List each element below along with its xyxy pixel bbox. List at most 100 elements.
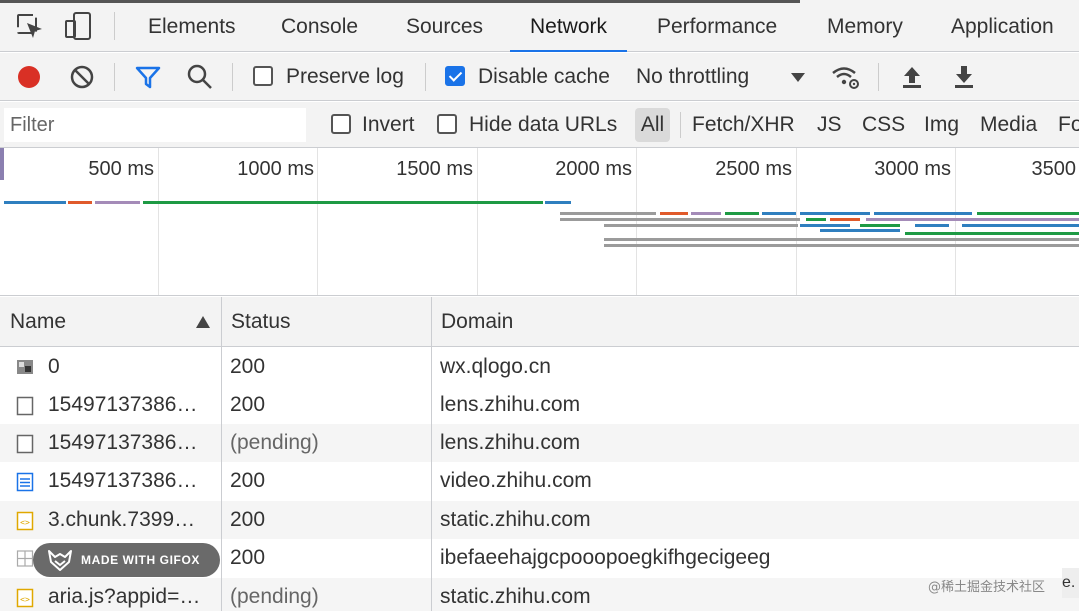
document-icon xyxy=(16,434,34,454)
table-row[interactable]: <> aria.js?appid=… (pending) static.zhih… xyxy=(0,578,1079,611)
waterfall-bar xyxy=(691,212,721,215)
script-icon: <> xyxy=(16,511,34,531)
table-row[interactable]: 0 200 wx.qlogo.cn xyxy=(0,348,1079,386)
wifi-settings-icon[interactable] xyxy=(830,63,859,91)
type-filter-separator xyxy=(680,112,681,138)
devtools-tabbar: Elements Console Sources Network Perform… xyxy=(0,0,1079,52)
search-icon[interactable] xyxy=(186,63,214,91)
request-status: (pending) xyxy=(230,431,319,454)
waterfall-bar xyxy=(560,218,800,221)
column-separator[interactable] xyxy=(431,297,432,611)
tab-memory[interactable]: Memory xyxy=(827,0,903,52)
record-icon[interactable] xyxy=(15,63,43,91)
tab-elements[interactable]: Elements xyxy=(148,0,236,52)
watermark-text: @稀土掘金技术社区 xyxy=(928,580,1046,595)
type-filter-css[interactable]: CSS xyxy=(862,102,905,148)
overview-timeline[interactable]: 500 ms 1000 ms 1500 ms 2000 ms 2500 ms 3… xyxy=(0,148,1079,296)
request-domain: ibefaeehajgcpooopoegkifhgecigeeg xyxy=(440,546,771,569)
table-row[interactable]: 15497137386… 200 lens.zhihu.com xyxy=(0,386,1079,424)
invert-checkbox[interactable] xyxy=(331,114,351,134)
timeline-tick-label: 1000 ms xyxy=(237,158,314,180)
type-filter-all[interactable]: All xyxy=(635,108,670,142)
request-domain: lens.zhihu.com xyxy=(440,431,581,454)
type-filter-js[interactable]: JS xyxy=(817,102,842,148)
waterfall-bar xyxy=(866,218,1079,221)
table-row[interactable]: 15497137386… 200 video.zhihu.com xyxy=(0,462,1079,500)
waterfall-bar xyxy=(830,218,860,221)
waterfall-bar xyxy=(725,212,759,215)
request-status: 200 xyxy=(230,546,266,569)
document-icon xyxy=(16,396,34,416)
dropdown-arrow-icon[interactable] xyxy=(786,65,814,93)
type-filter-font[interactable]: Fo xyxy=(1058,102,1079,148)
column-separator[interactable] xyxy=(221,297,222,611)
filter-input[interactable] xyxy=(4,108,306,142)
waterfall-bar xyxy=(800,212,870,215)
tab-network[interactable]: Network xyxy=(509,0,628,52)
table-row[interactable]: 15497137386… (pending) lens.zhihu.com xyxy=(0,424,1079,462)
column-header-status[interactable]: Status xyxy=(221,297,431,347)
script-icon: <> xyxy=(16,588,34,608)
request-status: (pending) xyxy=(230,585,319,608)
tab-application[interactable]: Application xyxy=(951,0,1054,52)
timeline-tick-label: 2500 ms xyxy=(715,158,792,180)
preserve-log-checkbox[interactable] xyxy=(253,66,273,86)
tab-sources[interactable]: Sources xyxy=(406,0,483,52)
timeline-gridline xyxy=(158,148,159,295)
timeline-tick-label: 3000 ms xyxy=(874,158,951,180)
waterfall-bar xyxy=(800,224,850,227)
gifox-badge-text: MADE WITH GIFOX xyxy=(81,553,200,567)
column-header-name[interactable]: Name xyxy=(0,297,220,347)
timeline-gridline xyxy=(955,148,956,295)
waterfall-bar xyxy=(915,224,949,227)
waterfall-bar xyxy=(977,212,1079,215)
disable-cache-checkbox[interactable] xyxy=(445,66,465,86)
toolbar-separator xyxy=(232,63,233,91)
clear-icon[interactable] xyxy=(68,63,96,91)
waterfall-bar xyxy=(560,212,656,215)
filter-icon[interactable] xyxy=(134,63,162,91)
waterfall-bar xyxy=(820,229,900,232)
fox-logo-icon xyxy=(48,550,72,571)
timeline-tick-label: 1500 ms xyxy=(396,158,473,180)
device-toolbar-icon[interactable] xyxy=(62,10,94,42)
toolbar-separator xyxy=(114,63,115,91)
request-table-header: Name Status Domain xyxy=(0,297,1079,347)
throttling-select[interactable]: No throttling xyxy=(636,53,749,101)
overview-selection-handle[interactable] xyxy=(0,148,4,180)
type-filter-media[interactable]: Media xyxy=(980,102,1037,148)
watermark-edge-text: e. xyxy=(1062,568,1079,598)
hide-data-urls-label: Hide data URLs xyxy=(469,113,618,136)
preserve-log-label: Preserve log xyxy=(286,65,404,88)
type-filter-fetch-xhr[interactable]: Fetch/XHR xyxy=(692,102,795,148)
toolbar-separator xyxy=(425,63,426,91)
waterfall-bar xyxy=(143,201,543,204)
filter-bar: Invert Hide data URLs All Fetch/XHR JS C… xyxy=(0,102,1079,148)
request-name: 3.chunk.7399… xyxy=(48,508,196,531)
table-row[interactable]: <> 3.chunk.7399… 200 static.zhihu.com xyxy=(0,501,1079,539)
sort-ascending-icon[interactable] xyxy=(194,314,212,335)
request-status: 200 xyxy=(230,393,266,416)
column-header-domain[interactable]: Domain xyxy=(431,297,1071,347)
grid-icon xyxy=(16,549,34,569)
request-name: 15497137386… xyxy=(48,393,198,416)
gifox-badge: MADE WITH GIFOX xyxy=(33,543,220,577)
request-domain: wx.qlogo.cn xyxy=(440,355,551,378)
hide-data-urls-checkbox[interactable] xyxy=(437,114,457,134)
image-icon xyxy=(16,358,34,378)
inspect-element-icon[interactable] xyxy=(14,10,46,42)
waterfall-bar xyxy=(68,201,92,204)
request-domain: lens.zhihu.com xyxy=(440,393,581,416)
network-toolbar: Preserve log Disable cache No throttling xyxy=(0,53,1079,101)
type-filter-img[interactable]: Img xyxy=(924,102,959,148)
waterfall-bar xyxy=(95,201,140,204)
tab-console[interactable]: Console xyxy=(281,0,358,52)
waterfall-bar xyxy=(604,244,1079,247)
tab-performance[interactable]: Performance xyxy=(657,0,777,52)
upload-icon[interactable] xyxy=(898,63,926,91)
waterfall-bar xyxy=(806,218,826,221)
request-name: 15497137386… xyxy=(48,469,198,492)
request-status: 200 xyxy=(230,355,266,378)
download-icon[interactable] xyxy=(950,63,978,91)
timeline-tick-label: 2000 ms xyxy=(555,158,632,180)
